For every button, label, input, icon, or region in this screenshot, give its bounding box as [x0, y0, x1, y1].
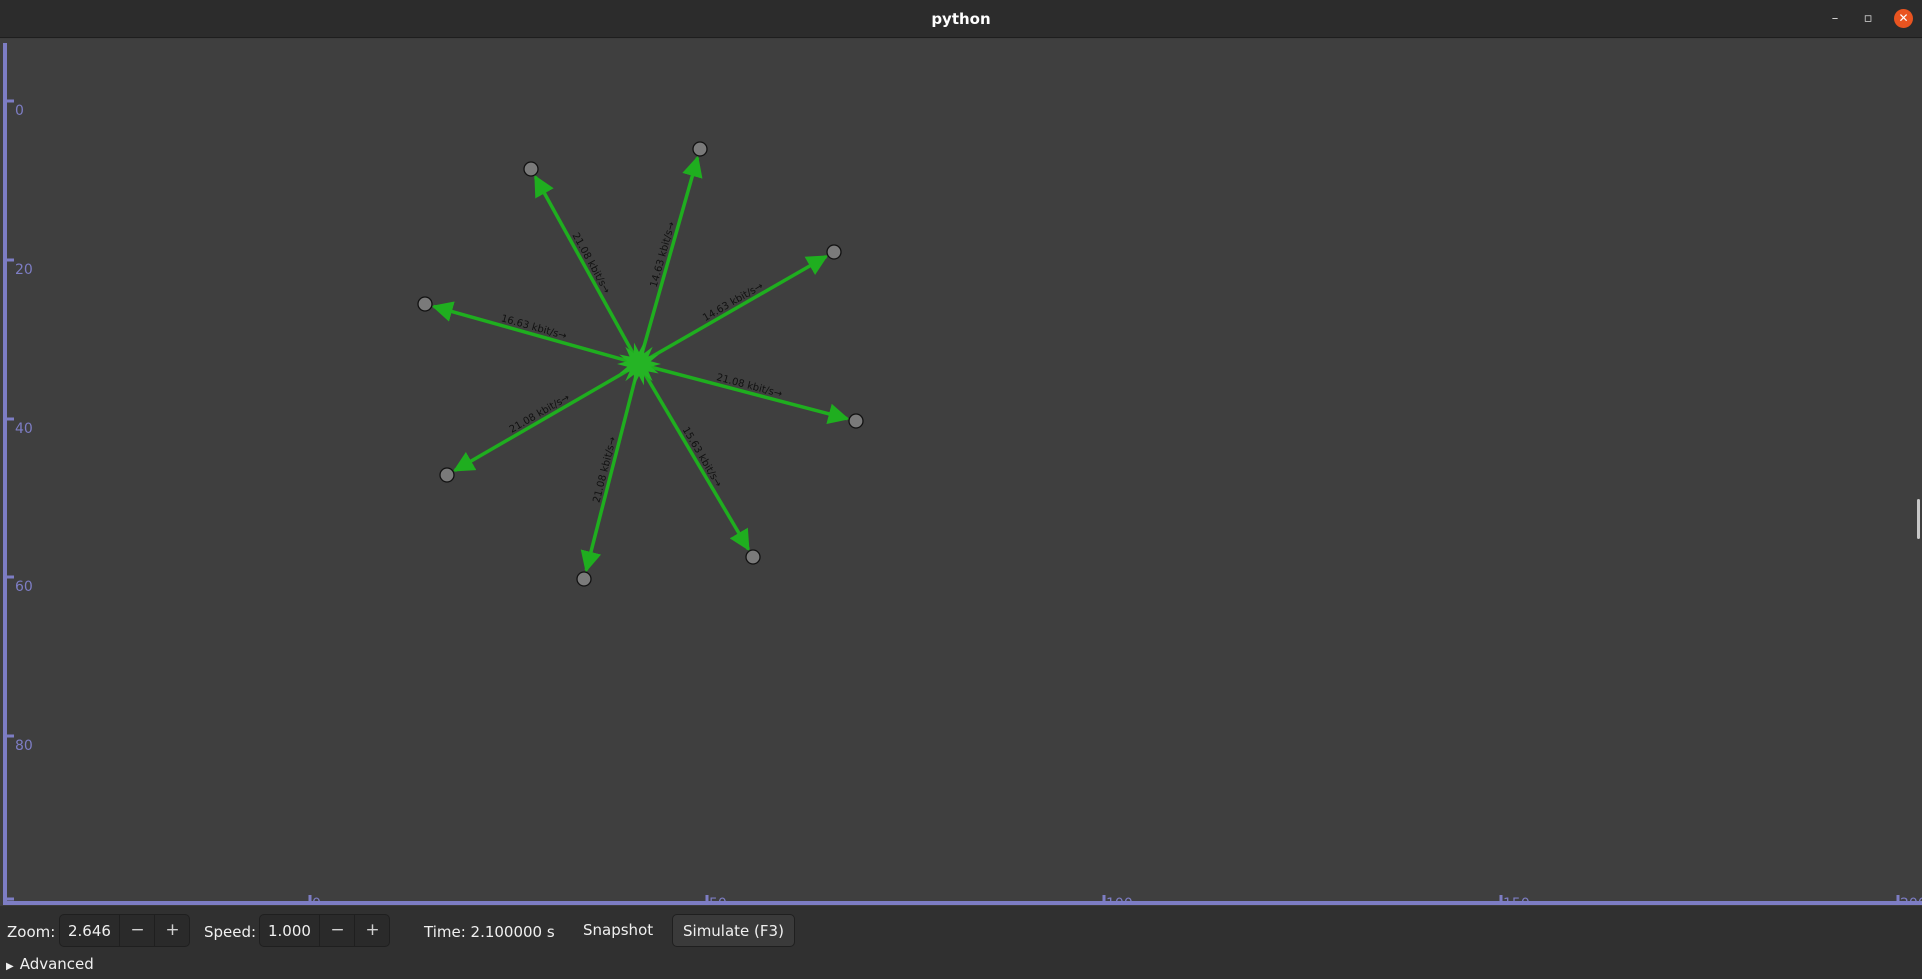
vertical-scrollbar[interactable] [1917, 499, 1920, 539]
simulate-button[interactable]: Simulate (F3) [672, 914, 795, 947]
y-axis-tick-label: 20 [15, 262, 33, 278]
x-axis-tick-label: 50 [709, 896, 727, 905]
leaf-node [826, 244, 842, 260]
hub-node [617, 342, 661, 386]
zoom-spinner[interactable]: 2.646 − + [59, 914, 190, 947]
leaf-node [692, 141, 708, 157]
link-line [638, 254, 829, 366]
simulation-canvas[interactable]: 0 20 40 60 80 100 0 50 100 150 200 21.08 kbit/s→ 14… [0, 39, 1922, 905]
snapshot-button[interactable]: Snapshot [573, 914, 663, 947]
link-label: 21.08 kbit/s→ [569, 231, 611, 295]
y-axis-tick-label: 100 [15, 901, 42, 905]
y-axis-tick-label: 0 [15, 103, 24, 119]
link-line [637, 155, 703, 365]
advanced-label: Advanced [19, 955, 94, 973]
zoom-value[interactable]: 2.646 [68, 922, 111, 940]
link-line [431, 301, 640, 366]
simulation-time: Time: 2.100000 s [424, 923, 555, 941]
x-axis-tick-label: 150 [1503, 896, 1530, 905]
leaf-node [576, 571, 592, 587]
network-visualization: 0 20 40 60 80 100 0 50 100 150 200 21.08 kbit/s→ 14… [3, 43, 1922, 905]
close-icon[interactable]: ✕ [1894, 9, 1913, 28]
speed-value[interactable]: 1.000 [268, 922, 311, 940]
expander-arrow-icon: ▶ [6, 961, 14, 972]
zoom-increment-button[interactable]: + [154, 915, 190, 946]
leaf-node [439, 467, 455, 483]
speed-decrement-button[interactable]: − [319, 915, 355, 946]
speed-label: Speed: [204, 923, 257, 941]
minimize-icon[interactable]: – [1826, 10, 1844, 28]
speed-spinner[interactable]: 1.000 − + [259, 914, 390, 947]
link-label: 14.63 kbit/s→ [701, 281, 765, 324]
x-axis-tick-label: 200 [1900, 896, 1922, 905]
link-label: 15.63 kbit/s→ [680, 425, 724, 489]
link-line [580, 363, 641, 573]
zoom-decrement-button[interactable]: − [119, 915, 155, 946]
advanced-expander[interactable]: ▶ Advanced [6, 955, 94, 973]
restore-icon[interactable]: ▫ [1859, 10, 1877, 28]
y-axis-tick-label: 40 [15, 421, 33, 437]
x-axis-tick-label: 100 [1106, 896, 1133, 905]
speed-increment-button[interactable]: + [354, 915, 390, 946]
link-line [637, 363, 750, 552]
leaf-node [848, 413, 864, 429]
window-title: python [931, 10, 991, 28]
zoom-label: Zoom: [7, 923, 56, 941]
link-line [638, 362, 850, 425]
bottom-toolbar: Zoom: 2.646 − + Speed: 1.000 − + Time: 2… [0, 906, 1922, 979]
leaf-node [417, 296, 433, 312]
leaf-node [523, 161, 539, 177]
leaf-node [745, 549, 761, 565]
x-axis-tick-label: 0 [312, 896, 321, 905]
title-bar: python – ▫ ✕ [0, 0, 1922, 38]
y-axis-tick-label: 60 [15, 579, 33, 595]
link-label: 21.08 kbit/s→ [508, 392, 572, 435]
y-axis-tick-label: 80 [15, 738, 33, 754]
